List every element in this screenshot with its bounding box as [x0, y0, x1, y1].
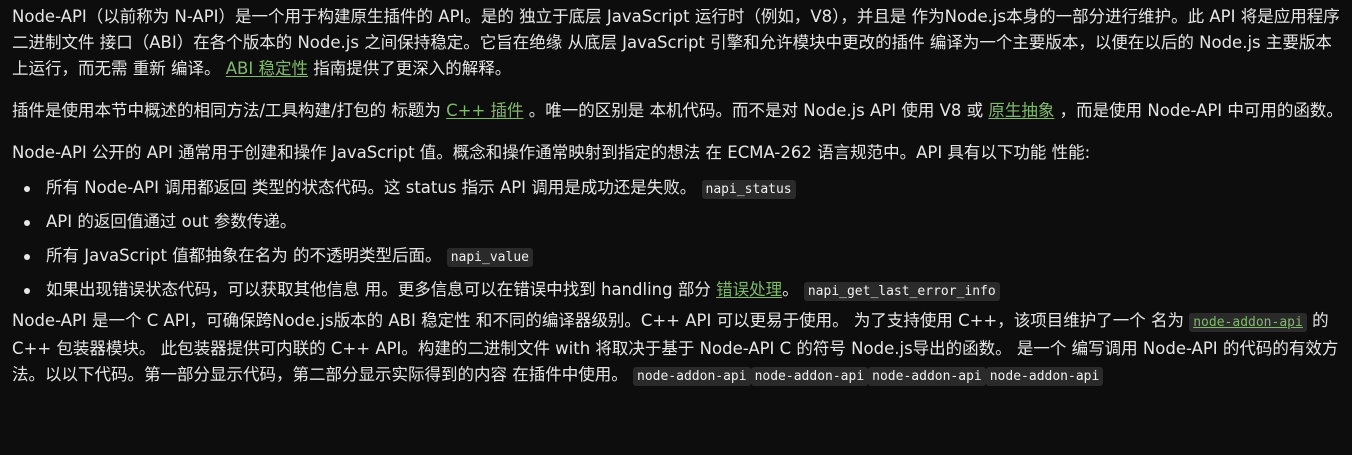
list-item: 所有 Node-API 调用都返回 类型的状态代码。这 status 指示 AP… — [24, 174, 1352, 208]
addons-text-tail: ，而是使用 Node-API 中可用的函数。 — [1059, 101, 1343, 120]
addons-text-middle: 。唯一的区别是 本机代码。而不是对 Node.js API 使用 V8 或 — [528, 101, 984, 120]
addons-paragraph: 插件是使用本节中概述的相同方法/工具构建/打包的 标题为 C++ 插件 。唯一的… — [12, 98, 1344, 124]
api-values-paragraph: Node-API 公开的 API 通常用于创建和操作 JavaScript 值。… — [12, 143, 1091, 162]
c-api-paragraph: Node-API 是一个 C API，可确保跨Node.js版本的 ABI 稳定… — [12, 308, 1344, 390]
intro-paragraph: Node-API（以前称为 N-API）是一个用于构建原生插件的 API。是的 … — [12, 4, 1344, 82]
napi-get-last-error-info-code: napi_get_last_error_info — [803, 282, 1000, 301]
list-item-text: 如果出现错误状态代码，可以获取其他信息 用。更多信息可以在错误中找到 handl… — [46, 280, 711, 299]
list-item-punct: 。 — [782, 280, 799, 299]
cpp-addons-link[interactable]: C++ 插件 — [446, 101, 523, 120]
napi-value-code: napi_value — [446, 248, 533, 267]
document-body: Node-API（以前称为 N-API）是一个用于构建原生插件的 API。是的 … — [0, 0, 1352, 455]
list-item-text: 所有 JavaScript 值都抽象在名为 的不透明类型后面。 — [46, 246, 442, 265]
inline-code: node-addon-api — [985, 367, 1104, 386]
error-handling-link[interactable]: 错误处理 — [716, 280, 782, 299]
list-item: 如果出现错误状态代码，可以获取其他信息 用。更多信息可以在错误中找到 handl… — [24, 276, 1352, 310]
list-item: API 的返回值通过 out 参数传递。 — [24, 208, 1352, 242]
list-item-text: 所有 Node-API 调用都返回 类型的状态代码。这 status 指示 AP… — [46, 178, 697, 197]
properties-list: 所有 Node-API 调用都返回 类型的状态代码。这 status 指示 AP… — [12, 174, 1352, 310]
inline-code: node-addon-api — [750, 367, 869, 386]
napi-status-code: napi_status — [701, 180, 796, 199]
list-item-text: API 的返回值通过 out 参数传递。 — [46, 212, 297, 231]
inline-code: node-addon-api — [633, 367, 751, 386]
abi-stability-link[interactable]: ABI 稳定性 — [226, 59, 308, 78]
addons-text: 插件是使用本节中概述的相同方法/工具构建/打包的 标题为 — [12, 101, 441, 120]
c-api-text: Node-API 是一个 C API，可确保跨Node.js版本的 ABI 稳定… — [12, 311, 1184, 330]
list-item: 所有 JavaScript 值都抽象在名为 的不透明类型后面。 napi_val… — [24, 242, 1352, 276]
node-addon-api-link[interactable]: node-addon-api — [1189, 313, 1307, 332]
intro-text: Node-API（以前称为 N-API）是一个用于构建原生插件的 API。是的 … — [12, 7, 1340, 78]
inline-code: node-addon-api — [868, 367, 986, 386]
native-abstractions-link[interactable]: 原生抽象 — [988, 101, 1054, 120]
intro-text-tail: 指南提供了更深入的解释。 — [313, 59, 512, 78]
